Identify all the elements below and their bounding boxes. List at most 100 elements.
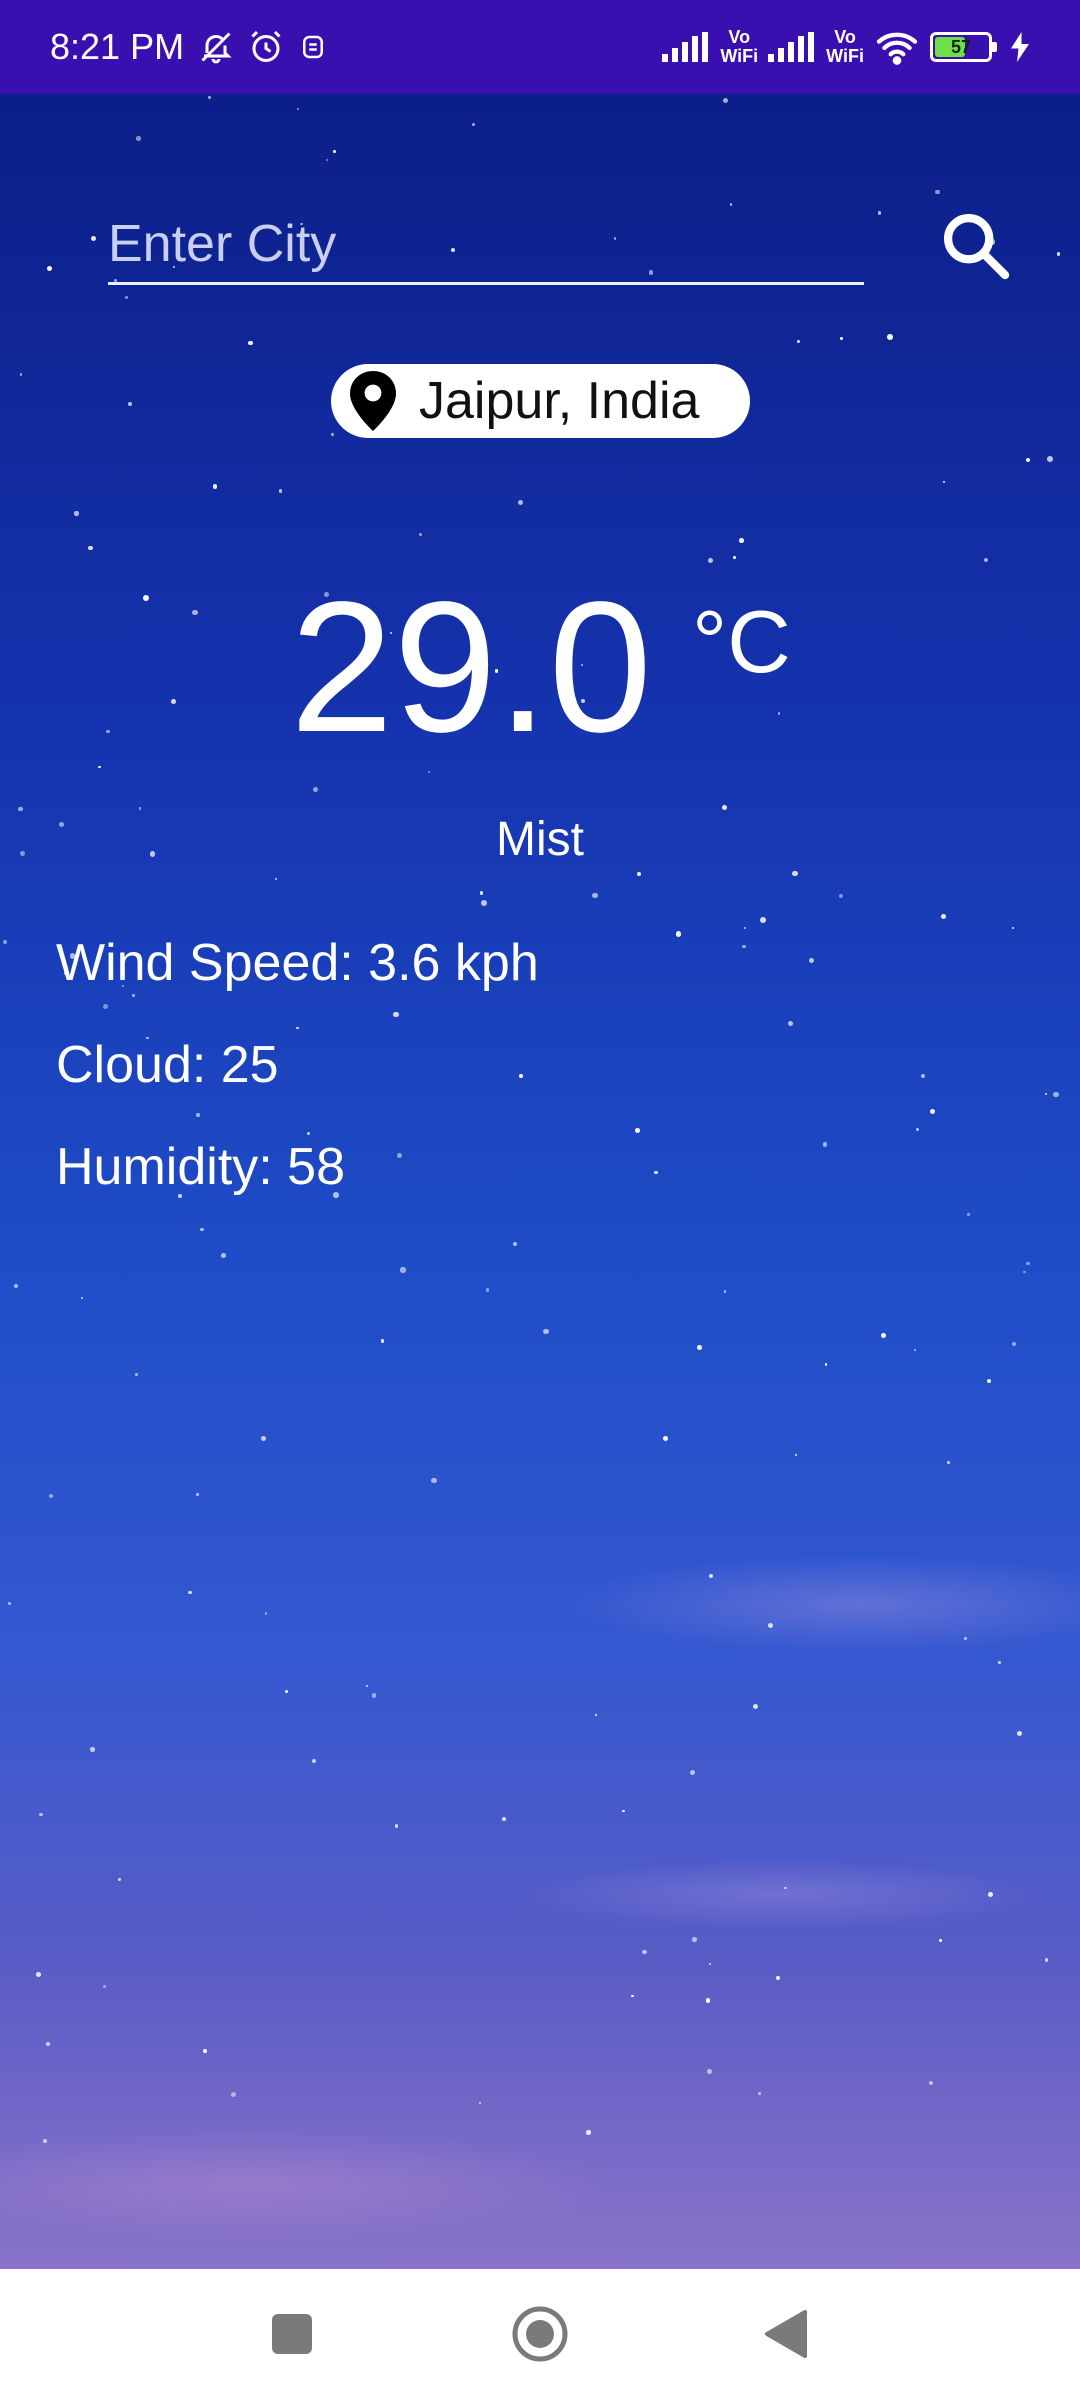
star — [758, 2092, 761, 2095]
star — [935, 189, 940, 195]
star — [767, 1623, 773, 1629]
star — [485, 1288, 489, 1292]
star — [1012, 926, 1015, 929]
alarm-icon — [248, 29, 284, 65]
star — [1044, 1092, 1047, 1095]
star — [1045, 1958, 1049, 1962]
star — [708, 1574, 713, 1579]
star — [98, 765, 101, 769]
star — [964, 1636, 968, 1641]
star — [723, 1290, 727, 1294]
star — [777, 712, 781, 715]
star — [89, 1747, 95, 1752]
star — [930, 1108, 936, 1114]
location-label: Jaipur, India — [419, 372, 700, 430]
star — [941, 913, 946, 919]
search-button[interactable] — [930, 200, 1020, 290]
star — [692, 1937, 697, 1943]
star — [36, 1971, 42, 1977]
star — [313, 787, 319, 793]
star — [330, 432, 334, 436]
star — [722, 97, 729, 103]
star — [274, 878, 277, 881]
recents-button[interactable] — [247, 2289, 337, 2379]
star — [636, 871, 641, 877]
star — [170, 699, 176, 705]
star — [1047, 456, 1054, 463]
star — [221, 1252, 227, 1258]
star — [519, 1074, 523, 1078]
star — [921, 1074, 926, 1079]
star — [929, 2080, 934, 2086]
star — [125, 295, 128, 299]
star — [1026, 1261, 1030, 1266]
star — [43, 2139, 47, 2143]
temperature-value: 29.0 — [290, 564, 653, 771]
location-pin-icon — [350, 371, 396, 431]
star — [395, 1824, 399, 1828]
star — [38, 1812, 43, 1817]
star — [195, 1492, 199, 1497]
star — [102, 1985, 106, 1988]
cloud-label: Cloud: 25 — [56, 1036, 279, 1094]
star — [997, 1661, 1002, 1665]
star — [332, 149, 336, 153]
back-button[interactable] — [741, 2289, 831, 2379]
star — [838, 894, 844, 899]
star — [48, 1493, 54, 1499]
star — [117, 1878, 121, 1882]
vowifi-label-top: Vo — [834, 27, 856, 47]
star — [248, 340, 253, 346]
star — [278, 489, 283, 493]
star — [543, 1328, 549, 1335]
star — [134, 1373, 138, 1376]
star — [8, 1602, 12, 1606]
star — [418, 532, 423, 537]
temperature-unit: °C — [692, 592, 791, 691]
star — [967, 1212, 971, 1216]
star — [380, 1339, 384, 1343]
star — [480, 899, 487, 906]
app-notification-icon — [298, 32, 328, 62]
star — [188, 1590, 192, 1595]
star — [1053, 1092, 1059, 1098]
mute-icon — [198, 29, 234, 65]
star — [753, 1703, 759, 1709]
charging-icon — [1010, 32, 1030, 62]
star — [1011, 1342, 1016, 1346]
star — [142, 595, 149, 601]
star — [709, 1962, 712, 1966]
vowifi-label-top: Vo — [728, 27, 751, 47]
star — [74, 511, 79, 516]
star — [19, 373, 22, 376]
star — [744, 926, 747, 929]
star — [1016, 1730, 1022, 1736]
star — [824, 1363, 828, 1366]
star — [513, 1242, 518, 1247]
star — [396, 1152, 402, 1158]
star — [202, 2049, 207, 2054]
home-button[interactable] — [495, 2289, 585, 2379]
status-left: 8:21 PM — [50, 26, 328, 68]
star — [230, 2091, 237, 2097]
system-navigation-bar — [0, 2269, 1080, 2400]
clock: 8:21 PM — [50, 26, 185, 67]
home-circle-icon — [512, 2306, 568, 2362]
star — [192, 609, 198, 616]
star — [913, 1348, 916, 1351]
star — [947, 1461, 951, 1465]
vowifi-label-bottom: WiFi — [720, 46, 759, 66]
star — [809, 957, 815, 963]
battery-level: 57 — [950, 36, 972, 57]
star — [886, 334, 893, 340]
star — [739, 538, 744, 543]
star — [139, 807, 142, 810]
city-search-input[interactable] — [108, 205, 864, 285]
star — [662, 1435, 668, 1442]
star — [938, 1938, 942, 1942]
wifi-icon — [874, 29, 920, 65]
star — [479, 891, 484, 895]
star — [200, 1227, 204, 1232]
vowifi-label-bottom: WiFi — [826, 46, 864, 66]
status-right: Vo WiFi Vo WiFi 57 — [662, 28, 1030, 66]
